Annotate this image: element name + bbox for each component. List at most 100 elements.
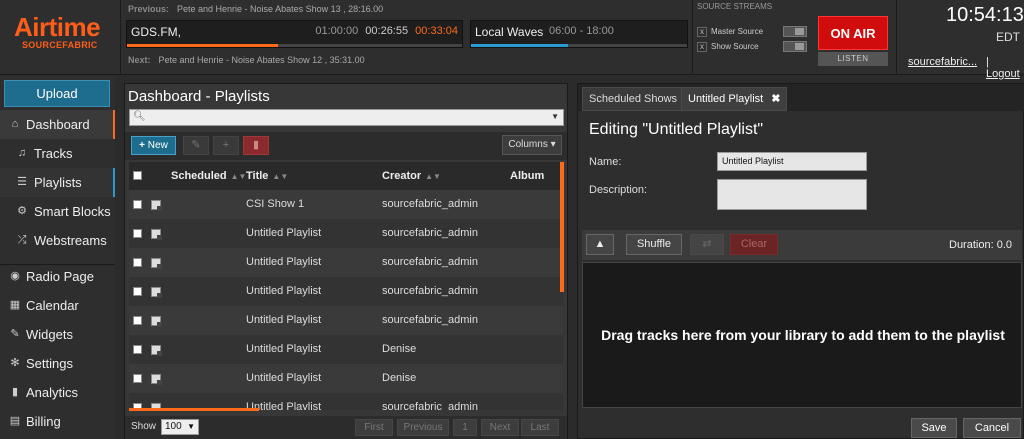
row-checkbox[interactable] [133, 287, 142, 296]
master-source-switch[interactable] [783, 26, 807, 37]
row-checkbox[interactable] [133, 229, 142, 238]
music-icon: ♫ [17, 147, 27, 159]
sidebar-item-label: Analytics [26, 385, 79, 400]
sidebar-item-label: Smart Blocks [34, 204, 111, 219]
columns-button[interactable]: Columns ▾ [502, 135, 562, 155]
sidebar-item-billing[interactable]: ▤ Billing [0, 407, 115, 436]
row-creator: Denise [382, 343, 417, 355]
sidebar-item-smart-blocks[interactable]: ⚙ Smart Blocks [0, 197, 115, 226]
row-title: Untitled Playlist [246, 372, 322, 384]
logout-area: | Logout [986, 56, 1024, 80]
logout-separator: | [986, 56, 989, 68]
page-number-button[interactable]: 1 [453, 419, 477, 436]
column-label: Creator [382, 170, 422, 182]
playlist-name-field[interactable]: Untitled Playlist [717, 152, 867, 171]
sidebar-item-webstreams[interactable]: ⤮ Webstreams [0, 226, 115, 255]
tab-label: Untitled Playlist [688, 93, 764, 105]
new-button-label: New [147, 140, 168, 151]
new-playlist-button[interactable]: + New [131, 136, 176, 155]
row-creator: sourcefabric_admin [382, 227, 478, 239]
previous-track: Previous: Pete and Henrie - Noise Abates … [128, 4, 383, 14]
select-all-checkbox[interactable] [133, 171, 142, 180]
tab-scheduled-shows[interactable]: Scheduled Shows [582, 87, 685, 111]
sidebar-item-settings[interactable]: ✻ Settings [0, 349, 115, 378]
delete-button[interactable]: ▮ [243, 136, 269, 155]
calendar-icon: ▦ [9, 299, 21, 311]
vertical-scrollbar[interactable] [560, 162, 564, 292]
user-link[interactable]: sourcefabric... [908, 56, 977, 68]
table-row[interactable]: Untitled Playlist sourcefabric_admin [129, 277, 563, 306]
current-show-title: Local Waves [475, 25, 544, 39]
add-to-button[interactable]: + [213, 136, 239, 155]
table-row[interactable]: Untitled Playlist sourcefabric_admin [129, 248, 563, 277]
row-checkbox[interactable] [133, 316, 142, 325]
row-checkbox[interactable] [133, 374, 142, 383]
sidebar-item-widgets[interactable]: ✎ Widgets [0, 320, 115, 349]
table-row[interactable]: Untitled Playlist Denise [129, 364, 563, 393]
shuffle-button[interactable]: Shuffle [626, 234, 682, 255]
table-header: Scheduled ▲▼ Title ▲▼ Creator ▲▼ Album [129, 162, 563, 190]
row-checkbox[interactable] [133, 345, 142, 354]
track-length: 01:00:00 [315, 25, 359, 37]
table-row[interactable]: Untitled Playlist sourcefabric_admin [129, 306, 563, 335]
clear-button[interactable]: Clear [730, 234, 778, 255]
sidebar-item-calendar[interactable]: ▦ Calendar [0, 291, 115, 320]
show-source-kick-icon[interactable]: x [697, 42, 707, 52]
playlist-editor-panel: Scheduled Shows Untitled Playlist ✖ Editi… [577, 83, 1024, 439]
listen-button[interactable]: LISTEN [818, 52, 888, 66]
master-source-kick-icon[interactable]: x [697, 27, 707, 37]
collapse-button[interactable]: ▲ [586, 234, 614, 255]
sidebar-item-analytics[interactable]: ▮ Analytics [0, 378, 115, 407]
master-source-row: x Master Source [697, 26, 809, 38]
save-button[interactable]: Save [911, 418, 957, 438]
playlist-drop-zone[interactable]: Drag tracks here from your library to ad… [582, 262, 1022, 408]
cancel-button[interactable]: Cancel [963, 418, 1021, 438]
name-label: Name: [589, 156, 622, 168]
playlist-description-field[interactable] [717, 179, 867, 210]
show-source-switch[interactable] [783, 41, 807, 52]
page-size-select[interactable]: 100 ▼ [161, 419, 199, 435]
row-checkbox[interactable] [133, 258, 142, 267]
crossfade-button[interactable]: ⇄ [690, 234, 724, 255]
search-input[interactable]: 🔍︎ ▼ [129, 109, 564, 126]
sidebar-item-playlists[interactable]: ☰ Playlists [0, 168, 115, 197]
sidebar-item-dashboard[interactable]: ⌂ Dashboard [0, 110, 115, 139]
column-title[interactable]: Title ▲▼ [246, 162, 288, 190]
search-dropdown-icon[interactable]: ▼ [551, 112, 559, 121]
edit-button[interactable]: ✎ [183, 136, 209, 155]
caret-down-icon: ▼ [187, 422, 195, 431]
tab-untitled-playlist[interactable]: Untitled Playlist ✖ [681, 87, 788, 111]
plus-icon: + [222, 139, 230, 151]
row-checkbox[interactable] [133, 200, 142, 209]
sidebar-item-label: Settings [26, 356, 73, 371]
show-source-row: x Show Source [697, 41, 809, 53]
sidebar-item-tracks[interactable]: ♫ Tracks [0, 139, 115, 168]
row-creator: sourcefabric_admin [382, 198, 478, 210]
column-album[interactable]: Album [510, 162, 544, 190]
column-creator[interactable]: Creator ▲▼ [382, 162, 441, 190]
upload-button[interactable]: Upload [4, 80, 110, 107]
previous-page-button[interactable]: Previous [397, 419, 449, 436]
close-icon[interactable]: ✖ [771, 93, 780, 105]
table-row[interactable]: Untitled Playlist Denise [129, 335, 563, 364]
playlist-icon [151, 374, 162, 385]
horizontal-scrollbar[interactable] [129, 408, 259, 411]
sort-icon: ▲▼ [230, 172, 247, 181]
logo-name: Airtime [14, 12, 101, 42]
sidebar-item-label: Tracks [34, 146, 73, 161]
table-row[interactable]: Untitled Playlist sourcefabric_admin [129, 219, 563, 248]
sidebar-item-label: Billing [26, 414, 61, 429]
next-page-button[interactable]: Next [481, 419, 519, 436]
column-scheduled[interactable]: Scheduled ▲▼ [171, 162, 246, 190]
sidebar-item-radio-page[interactable]: ◉ Radio Page [0, 262, 115, 291]
first-page-button[interactable]: First [355, 419, 393, 436]
logout-link[interactable]: Logout [986, 68, 1020, 80]
table-row[interactable]: CSI Show 1 sourcefabric_admin [129, 190, 563, 219]
row-creator: Denise [382, 372, 417, 384]
source-streams-title: SOURCE STREAMS [697, 2, 773, 11]
chevron-up-icon: ▲ [594, 238, 606, 250]
last-page-button[interactable]: Last [521, 419, 559, 436]
logo-sub: SOURCEFABRIC [22, 40, 98, 50]
wrench-icon: ✎ [10, 328, 20, 340]
page-size-value: 100 [165, 421, 182, 432]
